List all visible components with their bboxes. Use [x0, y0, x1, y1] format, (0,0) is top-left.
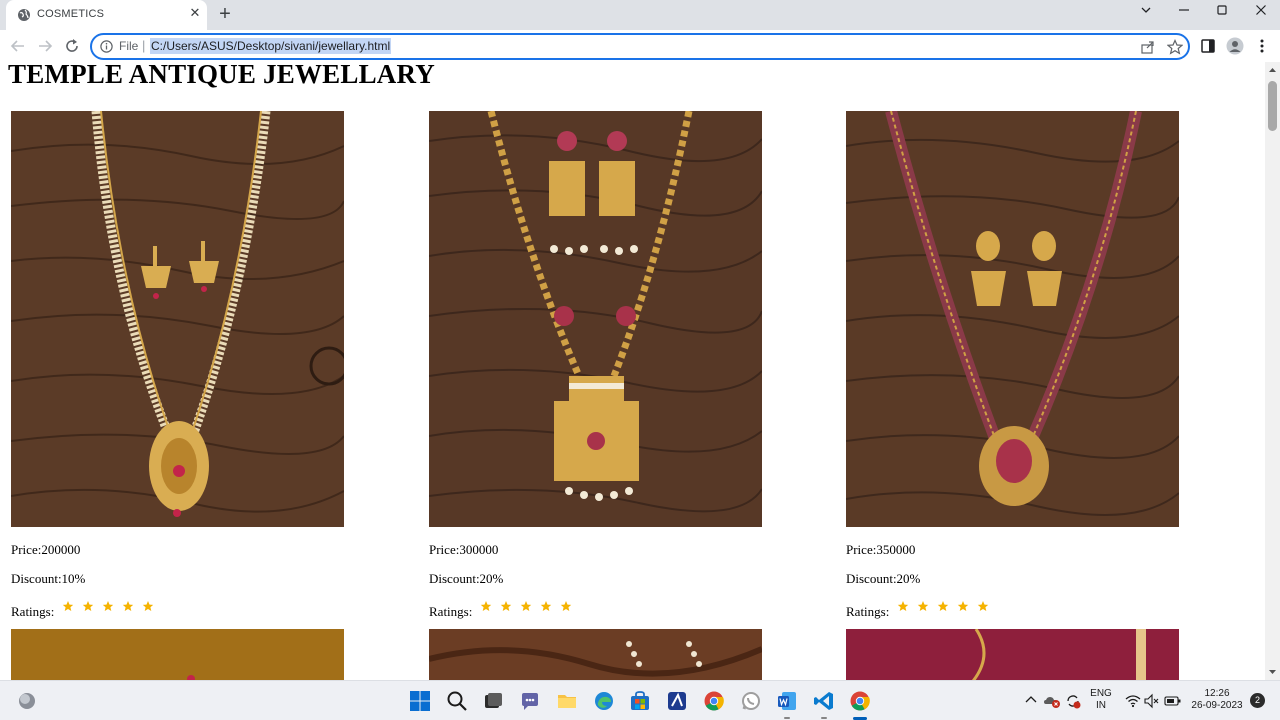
ratings-label: Ratings: — [846, 604, 890, 619]
clock-date: 26-09-2023 — [1191, 700, 1243, 711]
onedrive-alert-icon[interactable] — [1043, 692, 1061, 710]
star-icon — [937, 601, 948, 611]
windows-start-icon[interactable] — [409, 690, 431, 712]
new-tab-button[interactable]: + — [216, 4, 234, 24]
star-icon — [82, 601, 93, 611]
star-icon — [917, 601, 928, 611]
ratings-label: Ratings: — [429, 604, 473, 619]
minimize-button[interactable] — [1173, 4, 1195, 22]
product-ratings: Ratings: — [846, 600, 997, 620]
kebab-menu-icon[interactable] — [1253, 37, 1271, 55]
edge-browser-icon[interactable] — [593, 690, 615, 712]
url-text[interactable]: C:/Users/ASUS/Desktop/sivani/jewellary.h… — [150, 38, 392, 54]
language-indicator[interactable]: ENG IN — [1087, 688, 1115, 712]
taskbar: ENG IN 12:26 26-09-2023 — [0, 680, 1280, 720]
product-image-pearl-necklace[interactable] — [11, 111, 344, 527]
product-price: Price:300000 — [429, 542, 499, 557]
product-price: Price:200000 — [11, 542, 81, 557]
notification-badge[interactable]: 2 — [1250, 693, 1265, 708]
back-arrow-icon[interactable] — [9, 37, 27, 55]
product-discount: Discount:10% — [11, 571, 86, 586]
page-viewport: TEMPLE ANTIQUE JEWELLARY Price:200000 Di… — [0, 62, 1265, 680]
rating-stars — [62, 600, 162, 618]
battery-icon[interactable] — [1164, 693, 1182, 709]
chevron-up-icon[interactable] — [1024, 693, 1038, 707]
language-region: IN — [1096, 700, 1106, 711]
url-separator: | — [142, 38, 146, 53]
ratings-label: Ratings: — [11, 604, 55, 619]
star-icon — [500, 601, 511, 611]
word-icon[interactable] — [776, 690, 798, 712]
page-title: TEMPLE ANTIQUE JEWELLARY — [8, 62, 435, 89]
star-icon — [122, 601, 133, 611]
star-icon — [897, 601, 908, 611]
star-icon — [560, 601, 571, 611]
page-scrollbar[interactable] — [1265, 62, 1280, 680]
rating-stars — [897, 600, 997, 618]
speaker-muted-icon[interactable] — [1144, 693, 1160, 709]
product-ratings: Ratings: — [429, 600, 580, 620]
clock[interactable]: 12:26 26-09-2023 — [1188, 688, 1246, 712]
photo-editor-icon[interactable] — [666, 690, 688, 712]
task-view-icon[interactable] — [482, 690, 504, 712]
close-window-button[interactable] — [1250, 4, 1272, 22]
scroll-down-icon[interactable] — [1268, 668, 1277, 676]
product-image-temple-pendant-set[interactable] — [429, 111, 762, 527]
url-scheme-label: File — [119, 39, 139, 53]
share-icon[interactable] — [1140, 39, 1156, 55]
product-image-ruby-haram[interactable] — [846, 111, 1179, 527]
rating-stars — [480, 600, 580, 618]
star-icon — [62, 601, 73, 611]
bookmark-star-icon[interactable] — [1167, 39, 1183, 55]
reload-icon[interactable] — [63, 37, 81, 55]
scroll-thumb[interactable] — [1268, 81, 1277, 131]
teams-chat-icon[interactable] — [519, 690, 541, 712]
browser-tab-bar: COSMETICS ✕ + — [0, 0, 1280, 30]
chrome-active-icon[interactable] — [849, 690, 871, 712]
product-image-row2-3[interactable] — [846, 629, 1179, 680]
tab-search-chevron-icon[interactable] — [1135, 4, 1157, 22]
product-card: Price:200000 Discount:10% Ratings: — [11, 111, 351, 619]
info-icon[interactable] — [100, 40, 113, 53]
product-image-row2-1[interactable] — [11, 629, 344, 680]
vscode-icon[interactable] — [813, 690, 835, 712]
product-discount: Discount:20% — [846, 571, 921, 586]
running-indicator — [784, 717, 790, 719]
star-icon — [480, 601, 491, 611]
star-icon — [977, 601, 988, 611]
product-image-row2-2[interactable] — [429, 629, 762, 680]
product-card: Price:350000 Discount:20% Ratings: — [846, 111, 1186, 619]
tab-title: COSMETICS — [37, 8, 105, 20]
star-icon — [142, 601, 153, 611]
maximize-button[interactable] — [1211, 4, 1233, 22]
wifi-icon[interactable] — [1125, 693, 1141, 709]
whatsapp-icon[interactable] — [740, 690, 762, 712]
forward-arrow-icon[interactable] — [36, 37, 54, 55]
browser-toolbar: File | C:/Users/ASUS/Desktop/sivani/jewe… — [0, 30, 1280, 62]
product-discount: Discount:20% — [429, 571, 504, 586]
profile-avatar-icon[interactable] — [1226, 37, 1244, 55]
sync-alert-icon[interactable] — [1064, 692, 1082, 710]
product-card: Price:300000 Discount:20% Ratings: — [429, 111, 769, 619]
weather-widget-icon[interactable] — [16, 690, 38, 712]
star-icon — [540, 601, 551, 611]
chrome-icon[interactable] — [703, 690, 725, 712]
address-bar[interactable]: File | C:/Users/ASUS/Desktop/sivani/jewe… — [90, 33, 1190, 60]
star-icon — [957, 601, 968, 611]
star-icon — [520, 601, 531, 611]
side-panel-icon[interactable] — [1199, 37, 1217, 55]
microsoft-store-icon[interactable] — [629, 690, 651, 712]
search-icon[interactable] — [446, 690, 468, 712]
file-explorer-icon[interactable] — [556, 690, 578, 712]
browser-tab[interactable]: COSMETICS ✕ — [6, 0, 207, 30]
star-icon — [102, 601, 113, 611]
clock-time: 12:26 — [1204, 688, 1230, 699]
running-indicator — [821, 717, 827, 719]
scroll-up-icon[interactable] — [1268, 66, 1277, 74]
product-ratings: Ratings: — [11, 600, 162, 620]
language-code: ENG — [1090, 688, 1112, 699]
product-price: Price:350000 — [846, 542, 916, 557]
tab-close-icon[interactable]: ✕ — [188, 6, 202, 20]
globe-icon — [18, 9, 30, 21]
